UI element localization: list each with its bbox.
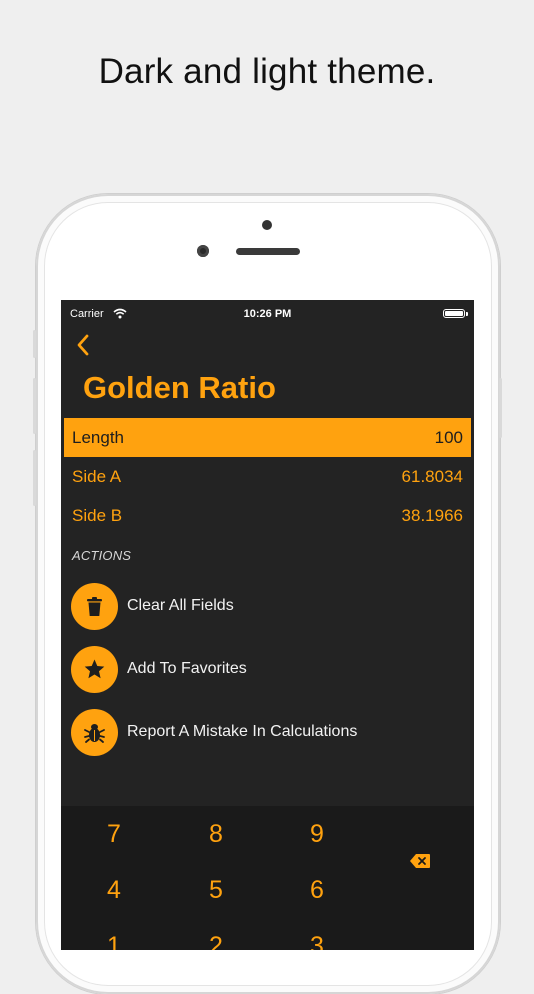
marketing-caption: Dark and light theme. <box>98 52 436 91</box>
action-label: Report A Mistake In Calculations <box>127 723 358 740</box>
key-4[interactable]: 4 <box>84 876 144 905</box>
mute-switch <box>33 330 36 358</box>
field-value: 61.8034 <box>401 467 463 486</box>
action-icon-circle <box>71 646 118 693</box>
key-6[interactable]: 6 <box>287 876 347 905</box>
bug-icon <box>84 724 105 743</box>
power-button <box>499 378 502 438</box>
status-bar: Carrier 10:26 PM <box>61 307 474 323</box>
report-mistake-button[interactable]: Report A Mistake In Calculations <box>71 709 461 757</box>
key-1[interactable]: 1 <box>84 932 144 950</box>
key-8[interactable]: 8 <box>186 820 246 849</box>
field-row-side-b[interactable]: Side B 38.1966 <box>64 496 471 535</box>
backspace-icon[interactable] <box>409 853 431 869</box>
key-5[interactable]: 5 <box>186 876 246 905</box>
field-label: Side B <box>72 506 123 525</box>
front-camera <box>197 245 209 257</box>
action-icon-circle <box>71 583 118 630</box>
field-value: 38.1966 <box>401 506 463 525</box>
trash-icon <box>87 597 102 616</box>
volume-down-button <box>33 450 36 506</box>
field-row-side-a[interactable]: Side A 61.8034 <box>64 457 471 496</box>
earpiece-speaker <box>236 248 300 255</box>
star-icon <box>84 659 105 679</box>
clear-all-fields-button[interactable]: Clear All Fields <box>71 583 461 631</box>
volume-up-button <box>33 378 36 434</box>
key-3[interactable]: 3 <box>287 932 347 950</box>
numeric-keypad: 7 8 9 4 5 6 1 2 3 <box>61 806 474 950</box>
chevron-left-icon[interactable] <box>75 332 91 358</box>
field-label: Side A <box>72 467 122 486</box>
actions-section-header: ACTIONS <box>72 548 132 563</box>
field-value: 100 <box>434 428 463 447</box>
key-7[interactable]: 7 <box>84 820 144 849</box>
battery-icon <box>443 309 465 318</box>
action-label: Clear All Fields <box>127 597 234 614</box>
key-9[interactable]: 9 <box>287 820 347 849</box>
add-to-favorites-button[interactable]: Add To Favorites <box>71 646 461 694</box>
clock: 10:26 PM <box>243 308 292 320</box>
battery-tip <box>466 312 468 316</box>
app-screen: Carrier 10:26 PM Golden Ratio Length 100… <box>61 300 474 950</box>
action-icon-circle <box>71 709 118 756</box>
action-label: Add To Favorites <box>127 660 247 677</box>
page-title: Golden Ratio <box>83 370 276 405</box>
field-row-length[interactable]: Length 100 <box>64 418 471 457</box>
key-2[interactable]: 2 <box>186 932 246 950</box>
sensor-dot <box>262 220 272 230</box>
field-label: Length <box>72 428 124 447</box>
